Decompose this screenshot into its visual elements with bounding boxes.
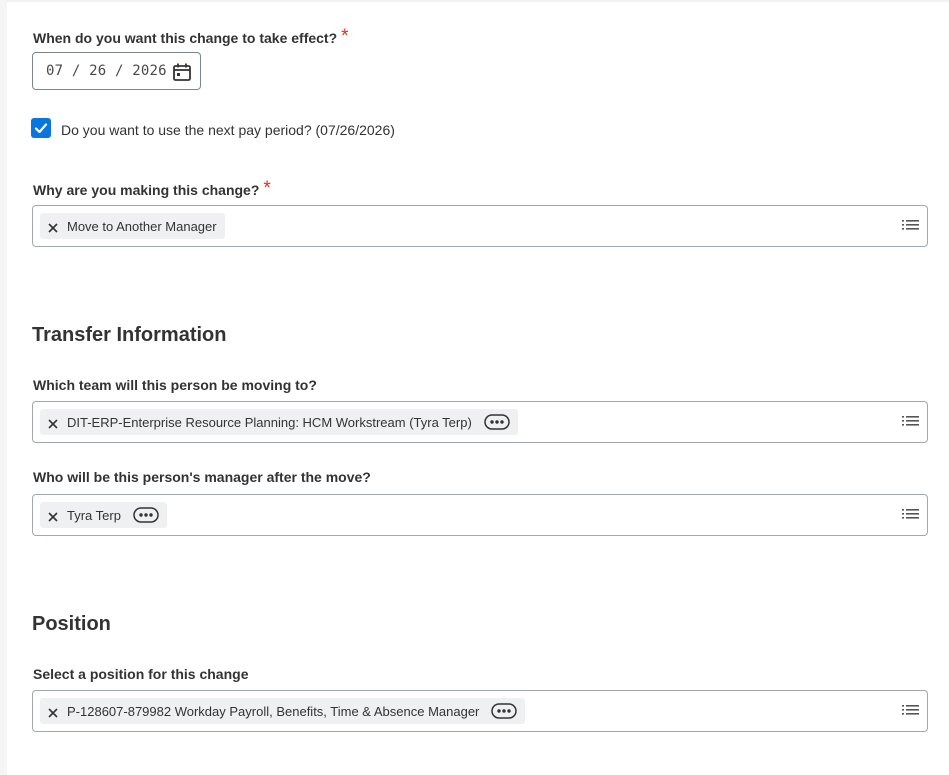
prompt-list-icon[interactable] [902, 704, 919, 718]
position-section-title: Position [32, 613, 111, 635]
reason-label: Why are you making this change? * [33, 178, 271, 201]
left-page-edge [0, 0, 7, 775]
prompt-list-icon[interactable] [902, 415, 919, 429]
manager-field[interactable]: Tyra Terp [32, 494, 928, 536]
effective-date-value[interactable]: 07 / 26 / 2026 [46, 63, 167, 79]
remove-x-icon[interactable] [48, 221, 58, 233]
position-selected-pill: P-128607-879982 Workday Payroll, Benefit… [40, 698, 526, 724]
prompt-list-icon[interactable] [902, 508, 919, 522]
required-asterisk: * [341, 26, 349, 47]
prompt-list-icon[interactable] [902, 219, 919, 233]
remove-x-icon[interactable] [48, 417, 58, 429]
reason-question: Why are you making this change? [33, 182, 260, 198]
remove-x-icon[interactable] [48, 510, 58, 522]
effective-date-input[interactable]: 07 / 26 / 2026 [32, 52, 201, 90]
related-actions-icon[interactable] [484, 414, 510, 430]
team-field[interactable]: DIT-ERP-Enterprise Resource Planning: HC… [32, 401, 928, 443]
reason-field[interactable]: Move to Another Manager [32, 205, 928, 247]
effective-date-question: When do you want this change to take eff… [33, 30, 338, 46]
effective-date-label: When do you want this change to take eff… [33, 26, 349, 49]
checkmark-icon [34, 123, 48, 134]
manager-selected-pill: Tyra Terp [40, 502, 167, 528]
related-actions-icon[interactable] [133, 507, 159, 523]
next-pay-period-checkbox[interactable] [31, 118, 51, 138]
reason-selected-value: Move to Another Manager [67, 218, 217, 234]
required-asterisk: * [263, 178, 271, 199]
position-selected-value: P-128607-879982 Workday Payroll, Benefit… [67, 703, 480, 719]
top-page-edge [7, 0, 949, 2]
position-question-label: Select a position for this change [33, 666, 249, 682]
manager-question-label: Who will be this person's manager after … [33, 469, 371, 485]
remove-x-icon[interactable] [48, 706, 58, 718]
team-question-label: Which team will this person be moving to… [33, 377, 317, 393]
team-selected-pill: DIT-ERP-Enterprise Resource Planning: HC… [40, 409, 518, 435]
position-field[interactable]: P-128607-879982 Workday Payroll, Benefit… [32, 690, 928, 732]
next-pay-period-label[interactable]: Do you want to use the next pay period? … [61, 122, 395, 138]
related-actions-icon[interactable] [491, 703, 518, 719]
transfer-section-title: Transfer Information [32, 324, 227, 346]
calendar-icon[interactable] [172, 62, 192, 86]
reason-selected-pill: Move to Another Manager [40, 213, 225, 239]
team-selected-value: DIT-ERP-Enterprise Resource Planning: HC… [67, 414, 472, 430]
manager-selected-value: Tyra Terp [67, 507, 121, 523]
